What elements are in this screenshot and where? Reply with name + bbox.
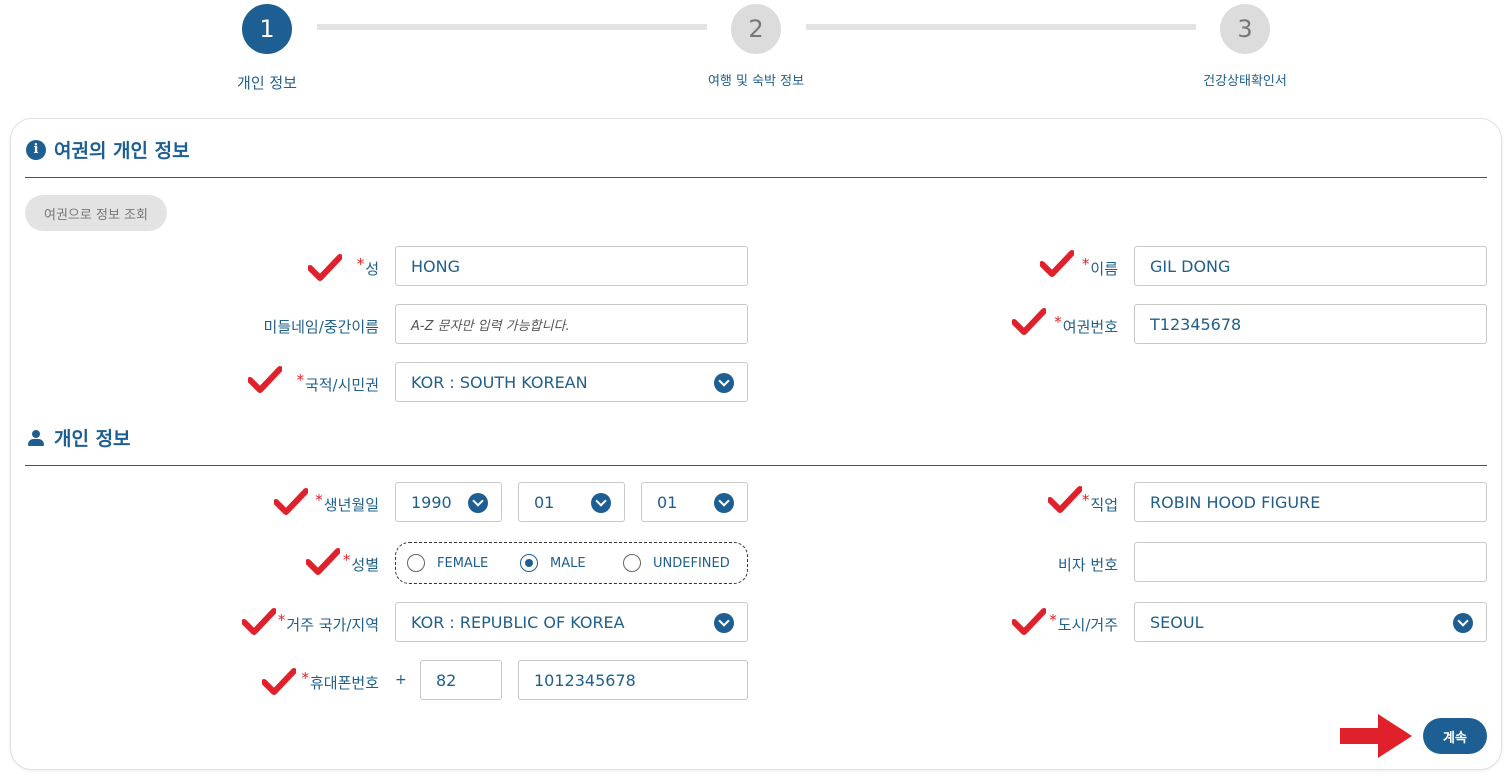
middle-name-input[interactable]: A-Z 문자만 입력 가능합니다. [395, 304, 748, 344]
passport-number-label: *여권번호 [1054, 313, 1118, 336]
required-asterisk: * [1081, 255, 1090, 273]
gender-option-female[interactable]: FEMALE [407, 554, 488, 572]
residence-country-label: *거주 국가/지역 [277, 611, 379, 634]
required-asterisk: * [315, 491, 323, 509]
annotation-check-icon [306, 548, 340, 575]
person-icon [26, 428, 46, 448]
city-select[interactable]: SEOUL [1134, 602, 1487, 642]
annotation-check-icon [308, 254, 342, 281]
step-connector-2-3 [806, 24, 1196, 30]
gender-label: *성별 [342, 551, 379, 574]
nationality-select[interactable]: KOR : SOUTH KOREAN [395, 362, 748, 402]
form-card [10, 118, 1502, 770]
step-3-label: 건강상태확인서 [1203, 74, 1287, 89]
annotation-arrow-right-icon [1340, 714, 1412, 758]
required-asterisk: * [296, 371, 304, 389]
passport-number-input[interactable]: T12345678 [1134, 304, 1487, 344]
surname-label: *성 [356, 255, 379, 278]
chevron-down-icon [714, 493, 734, 513]
required-asterisk: * [1054, 313, 1062, 331]
step-2-circle: 2 [731, 4, 781, 54]
required-asterisk: * [1081, 491, 1090, 509]
required-asterisk: * [277, 611, 286, 629]
annotation-check-icon [1012, 608, 1046, 635]
occupation-label: *직업 [1081, 491, 1118, 514]
step-3-circle: 3 [1220, 4, 1270, 54]
radio-unchecked-icon [407, 554, 425, 572]
visa-number-input[interactable] [1134, 542, 1487, 582]
visa-number-label: 비자 번호 [1058, 556, 1118, 574]
step-2-label: 여행 및 숙박 정보 [707, 74, 805, 89]
annotation-check-icon [242, 608, 276, 635]
birth-year-select[interactable]: 1990 [395, 482, 502, 522]
info-icon: i [26, 139, 46, 160]
step-2-number: 2 [748, 15, 764, 43]
annotation-check-icon [262, 668, 296, 695]
gender-option-male[interactable]: MALE [520, 554, 586, 572]
required-asterisk: * [1049, 611, 1057, 629]
annotation-check-icon [1012, 308, 1046, 335]
annotation-check-icon [274, 488, 308, 515]
gender-radio-group: FEMALE MALE UNDEFINED [395, 542, 748, 584]
annotation-check-icon [1040, 250, 1074, 277]
surname-input[interactable]: HONG [395, 246, 748, 286]
chevron-down-icon [468, 493, 488, 513]
required-asterisk: * [342, 551, 351, 569]
required-asterisk: * [301, 669, 309, 687]
personal-section-header: 개인 정보 [26, 424, 131, 451]
chevron-down-icon [714, 373, 734, 393]
birth-month-select[interactable]: 01 [518, 482, 625, 522]
step-3-number: 3 [1237, 15, 1253, 43]
progress-stepper: 1 2 3 개인 정보 여행 및 숙박 정보 건강상태확인서 [0, 0, 1512, 110]
passport-section-header: i 여권의 개인 정보 [26, 136, 190, 163]
annotation-check-icon [1048, 486, 1082, 513]
passport-section-divider [25, 177, 1487, 178]
occupation-input[interactable]: ROBIN HOOD FIGURE [1134, 482, 1487, 522]
personal-section-title: 개인 정보 [54, 428, 131, 450]
radio-checked-icon [520, 554, 538, 572]
country-code-input[interactable]: 82 [420, 660, 502, 700]
city-label: *도시/거주 [1049, 611, 1118, 634]
mobile-number-input[interactable]: 1012345678 [518, 660, 748, 700]
radio-unchecked-icon [623, 554, 641, 572]
plus-sign: + [395, 672, 407, 688]
step-1-circle: 1 [242, 4, 292, 54]
mobile-label: *휴대폰번호 [301, 669, 379, 692]
passport-section-title: 여권의 개인 정보 [54, 140, 190, 162]
annotation-check-icon [248, 366, 282, 393]
residence-country-select[interactable]: KOR : REPUBLIC OF KOREA [395, 602, 748, 642]
birth-day-select[interactable]: 01 [641, 482, 748, 522]
step-connector-1-2 [317, 24, 707, 30]
personal-section-divider [25, 465, 1487, 466]
birth-date-label: *생년월일 [315, 491, 379, 514]
nationality-label: *국적/시민권 [296, 371, 379, 394]
given-name-label: *이름 [1081, 255, 1118, 278]
given-name-input[interactable]: GIL DONG [1134, 246, 1487, 286]
chevron-down-icon [714, 613, 734, 633]
chevron-down-icon [591, 493, 611, 513]
required-asterisk: * [356, 255, 365, 273]
middle-name-label: 미들네임/중간이름 [263, 318, 379, 336]
gender-option-undefined[interactable]: UNDEFINED [623, 554, 730, 572]
chevron-down-icon [1453, 613, 1473, 633]
passport-lookup-button[interactable]: 여권으로 정보 조회 [25, 195, 167, 231]
step-1-label: 개인 정보 [237, 74, 297, 92]
step-1-number: 1 [259, 15, 275, 43]
continue-button[interactable]: 계속 [1423, 718, 1487, 754]
